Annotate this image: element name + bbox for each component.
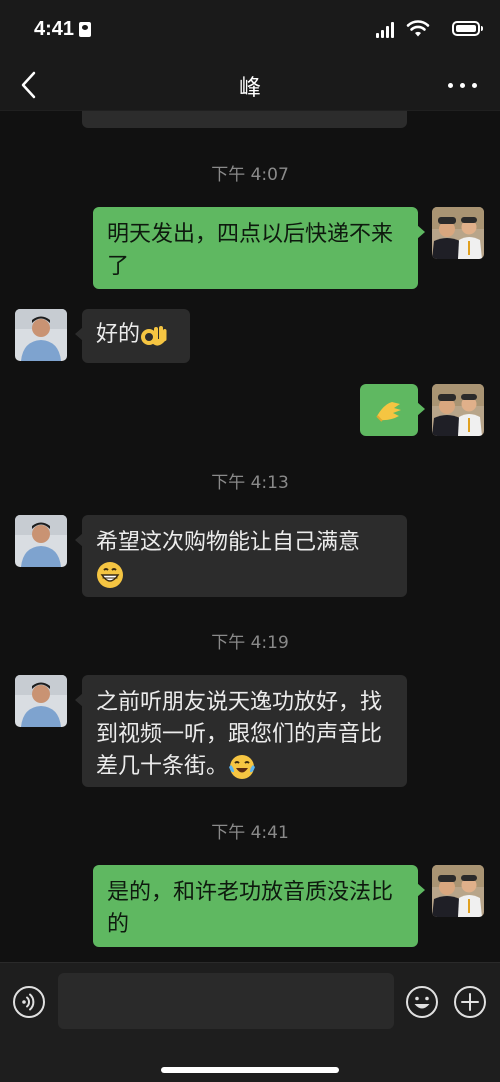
chat-screen: 4:41 峰 下午 4:07 明天发出，四点以后快递不来了 好的 下午 4:13… xyxy=(0,0,500,1082)
avatar-photo xyxy=(432,384,484,436)
message-text: 希望这次购物能让自己满意 xyxy=(96,530,361,555)
contact-card-icon xyxy=(79,22,91,37)
message-bubble-received[interactable]: 希望这次购物能让自己满意 xyxy=(75,515,407,597)
cellular-signal-icon xyxy=(376,22,396,38)
contact-avatar[interactable] xyxy=(15,515,67,567)
timestamp: 下午 4:41 xyxy=(211,823,289,843)
wifi-icon xyxy=(406,20,430,37)
message-input[interactable] xyxy=(58,973,394,1029)
avatar-photo xyxy=(15,515,67,567)
home-indicator[interactable] xyxy=(161,1067,339,1073)
voice-input-button[interactable] xyxy=(12,985,46,1019)
input-bar xyxy=(0,962,500,1082)
timestamp: 下午 4:07 xyxy=(211,165,289,185)
message-bubble-received[interactable]: 之前听朋友说天逸功放好，找到视频一听，跟您们的声音比差几十条街。 xyxy=(75,675,407,787)
emoji-button[interactable] xyxy=(405,985,439,1019)
avatar-photo xyxy=(15,309,67,361)
ok-hand-sign-icon xyxy=(376,402,401,422)
message-bubble-sent[interactable]: 明天发出，四点以后快递不来了 xyxy=(93,207,425,289)
timestamp: 下午 4:13 xyxy=(211,473,289,493)
message-text: 好的 xyxy=(96,322,141,347)
message-text: 是的，和许老功放音质没法比的 xyxy=(107,880,394,937)
my-avatar[interactable] xyxy=(432,207,484,259)
status-time: 4:41 xyxy=(34,18,75,40)
chat-title: 峰 xyxy=(238,76,261,101)
message-list[interactable]: 下午 4:07 明天发出，四点以后快递不来了 好的 下午 4:13 希望这次购物… xyxy=(0,110,500,962)
nav-bar: 峰 xyxy=(0,60,500,111)
message-bubble-received[interactable]: 好的 xyxy=(75,309,190,363)
more-options-button[interactable] xyxy=(446,72,480,98)
message-text: 明天发出，四点以后快递不来了 xyxy=(107,222,394,279)
tears-of-joy-icon xyxy=(229,755,256,779)
my-avatar[interactable] xyxy=(432,865,484,917)
contact-avatar[interactable] xyxy=(15,309,67,361)
avatar-photo xyxy=(15,675,67,727)
message-bubble-sent[interactable]: 是的，和许老功放音质没法比的 xyxy=(93,865,425,947)
avatar-photo xyxy=(432,207,484,259)
avatar-photo xyxy=(432,865,484,917)
ok-hand-icon xyxy=(141,326,167,346)
contact-avatar[interactable] xyxy=(15,675,67,727)
more-actions-button[interactable] xyxy=(453,985,487,1019)
battery-icon xyxy=(452,21,483,36)
status-bar: 4:41 xyxy=(0,0,500,60)
message-bubble-sent[interactable] xyxy=(360,384,425,436)
timestamp: 下午 4:19 xyxy=(211,633,289,653)
previous-message-bubble[interactable] xyxy=(82,110,407,128)
my-avatar[interactable] xyxy=(432,384,484,436)
grinning-face-icon xyxy=(97,562,123,588)
